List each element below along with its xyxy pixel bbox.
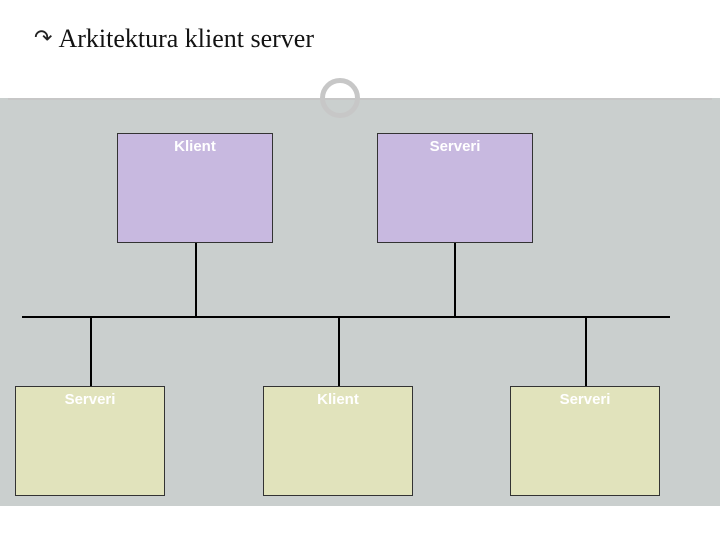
- node-serveri-bottom-left: Serveri: [15, 386, 165, 496]
- connector-bottom-left: [90, 316, 92, 386]
- connector-bottom-right: [585, 316, 587, 386]
- page-title: ↷Arkitektura klient server: [34, 24, 314, 54]
- connector-top-right: [454, 243, 456, 316]
- node-serveri-top: Serveri: [377, 133, 533, 243]
- bus-line: [22, 316, 670, 318]
- node-label: Serveri: [560, 391, 611, 408]
- title-text: Arkitektura klient server: [58, 24, 314, 53]
- node-klient-bottom: Klient: [263, 386, 413, 496]
- connector-top-left: [195, 243, 197, 316]
- node-klient-top: Klient: [117, 133, 273, 243]
- node-label: Klient: [317, 391, 359, 408]
- bullet-icon: ↷: [34, 25, 52, 50]
- node-label: Klient: [174, 138, 216, 155]
- node-serveri-bottom-right: Serveri: [510, 386, 660, 496]
- circle-accent-icon: [320, 78, 360, 118]
- node-label: Serveri: [65, 391, 116, 408]
- slide: ↷Arkitektura klient server Klient Server…: [0, 0, 720, 540]
- footer-strip: [0, 506, 720, 540]
- node-label: Serveri: [430, 138, 481, 155]
- connector-bottom-mid: [338, 316, 340, 386]
- separator-line: [8, 98, 712, 100]
